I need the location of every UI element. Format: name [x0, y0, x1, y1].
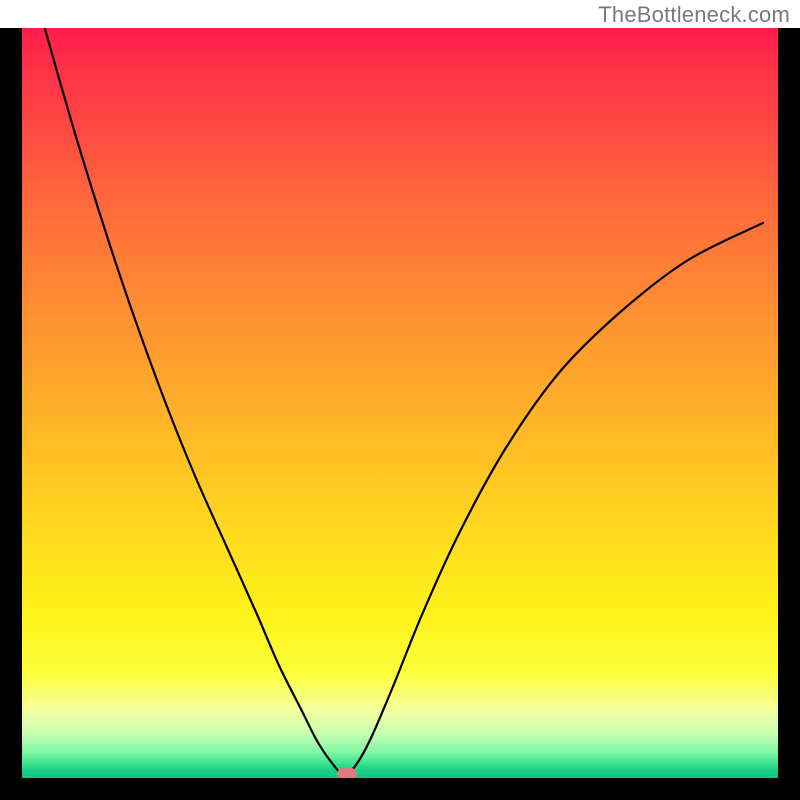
bottleneck-curve [22, 28, 778, 778]
plot-area [22, 28, 778, 778]
optimum-marker [337, 768, 357, 778]
watermark-text: TheBottleneck.com [598, 2, 790, 28]
chart-frame [0, 28, 800, 800]
chart-container: TheBottleneck.com [0, 0, 800, 800]
